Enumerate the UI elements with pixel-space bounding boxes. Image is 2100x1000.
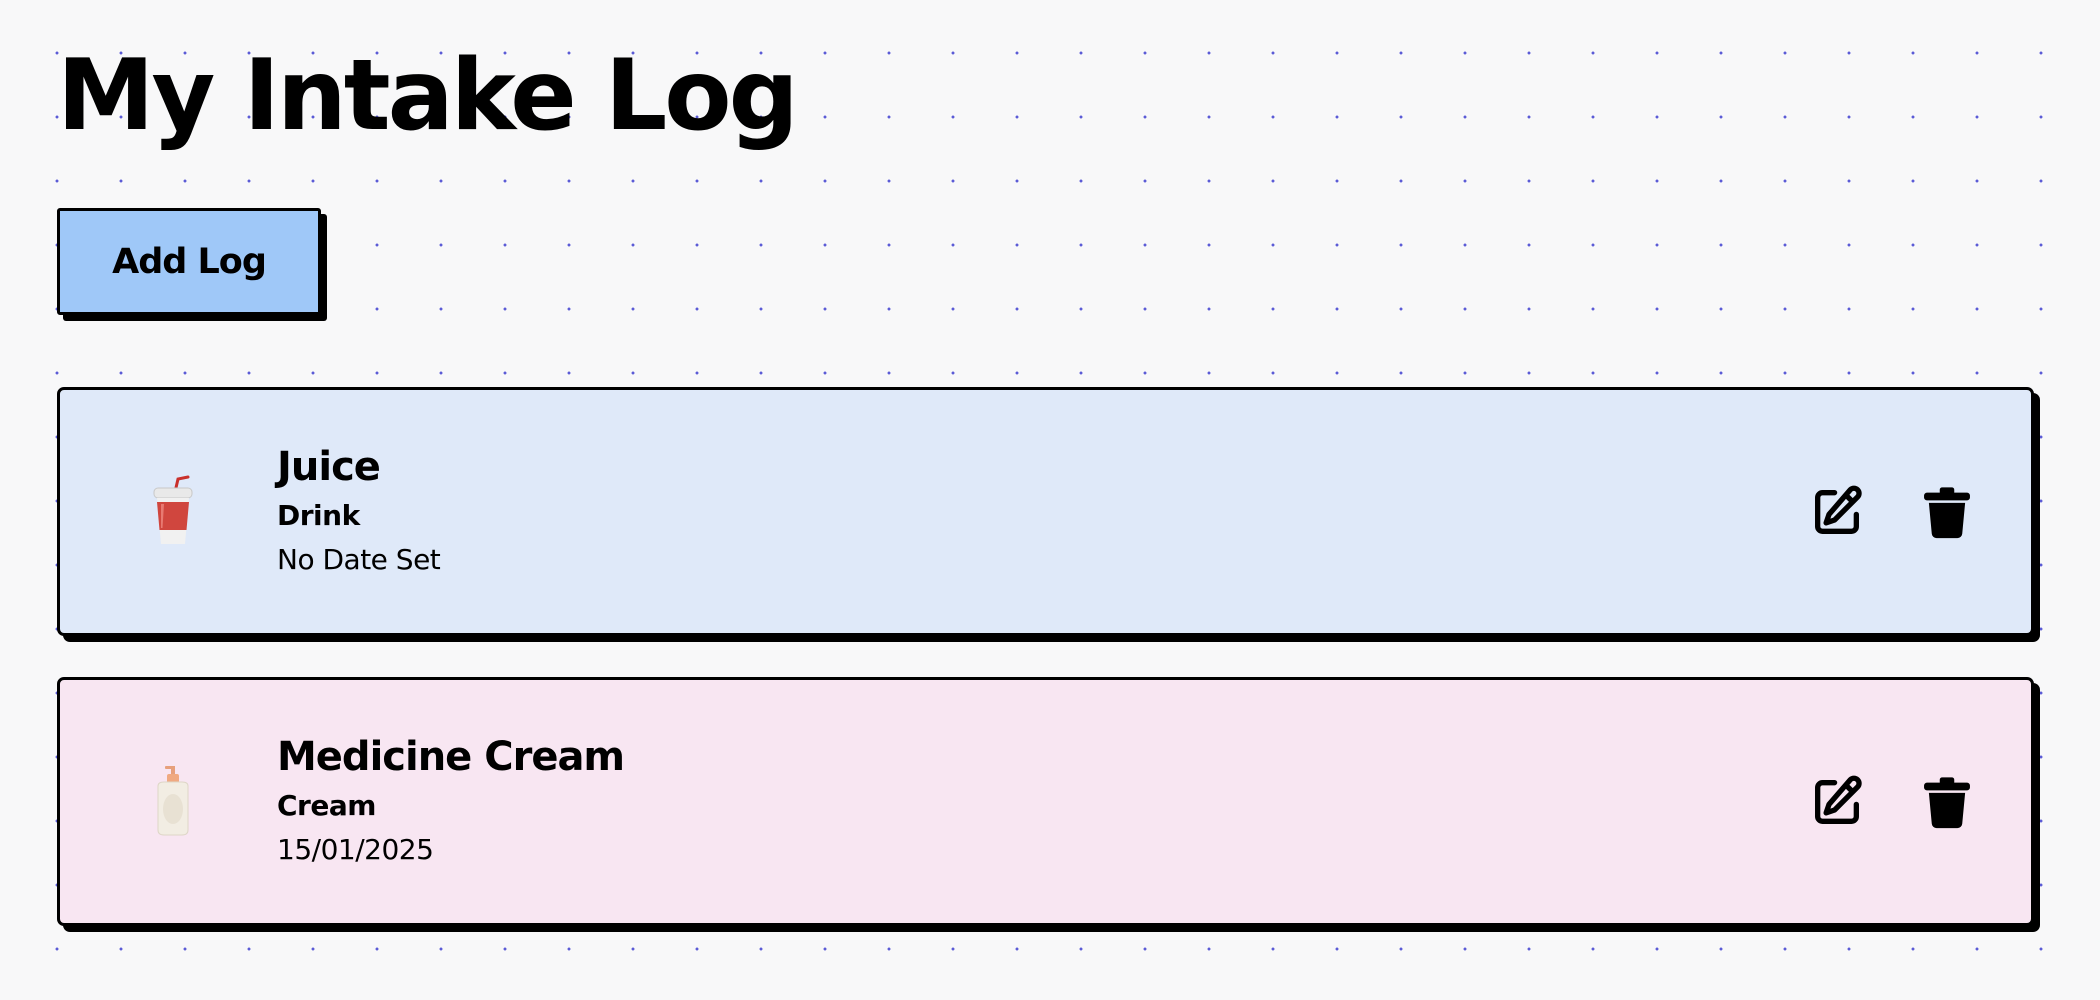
delete-button[interactable] [1918,773,1976,831]
log-card-medicine-cream: Medicine Cream Cream 15/01/2025 [57,677,2034,926]
log-date: No Date Set [277,543,441,576]
page-title: My Intake Log [57,39,799,153]
log-name: Juice [277,444,381,490]
edit-pencil-icon [1815,775,1862,824]
trash-icon [1924,487,1970,539]
log-category: Cream [277,789,376,822]
log-list: Juice Drink No Date Set Medicine Cream C… [57,387,2034,967]
lotion-bottle-icon [148,764,198,836]
add-log-button[interactable]: Add Log [57,208,321,315]
edit-button[interactable] [1808,773,1866,831]
trash-icon [1924,777,1970,829]
log-category: Drink [277,499,360,532]
log-card-juice: Juice Drink No Date Set [57,387,2034,636]
edit-button[interactable] [1808,483,1866,541]
delete-button[interactable] [1918,483,1976,541]
log-name: Medicine Cream [277,734,625,780]
log-date: 15/01/2025 [277,833,434,866]
drink-cup-icon [148,474,198,546]
edit-pencil-icon [1815,485,1862,534]
